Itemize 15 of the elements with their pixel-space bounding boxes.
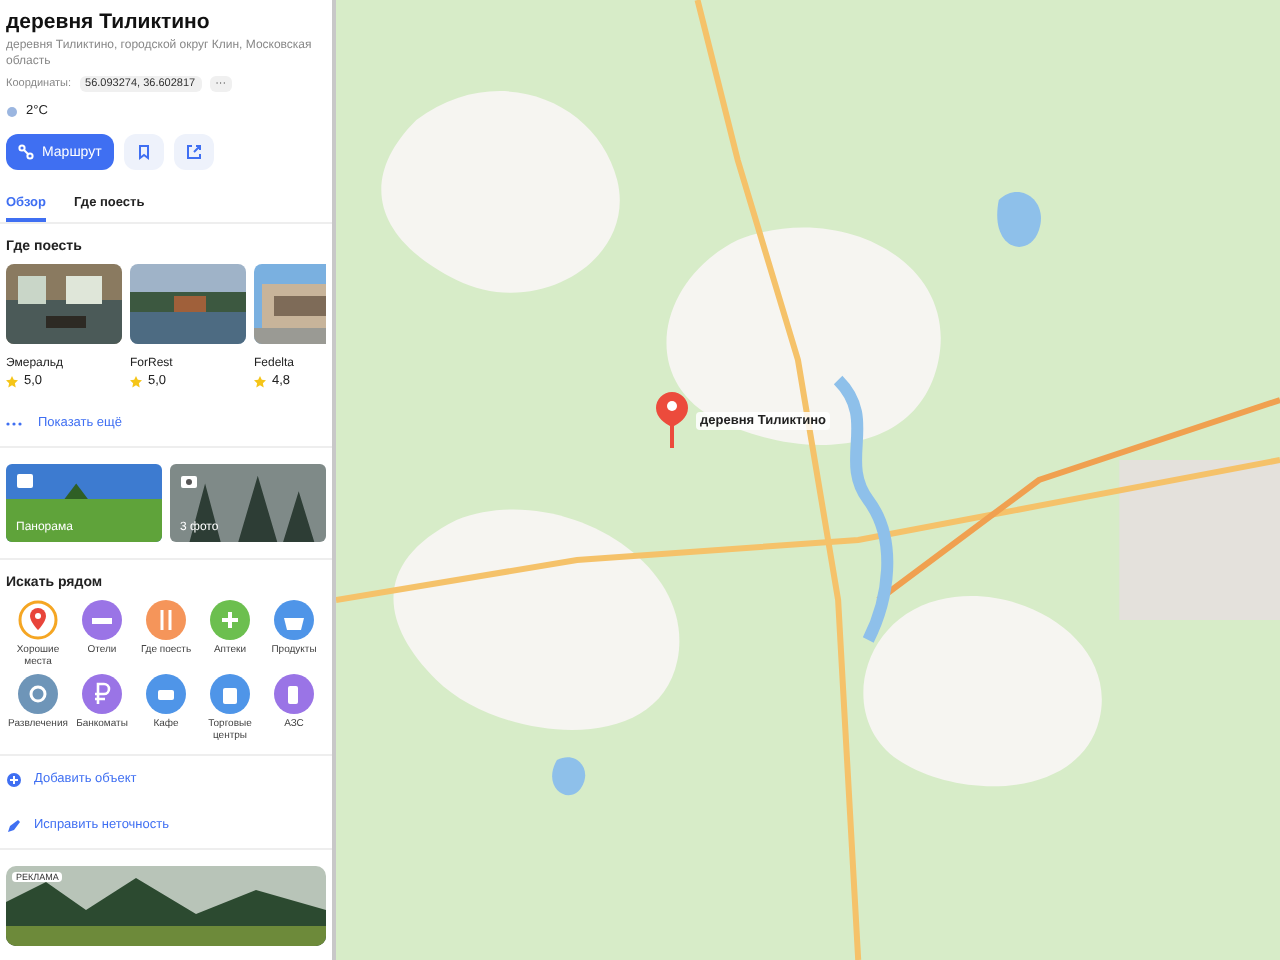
pencil-icon xyxy=(6,817,22,833)
star-icon xyxy=(254,375,266,387)
map-marker-icon[interactable] xyxy=(656,392,688,448)
share-icon xyxy=(185,144,202,160)
bookmark-button[interactable] xyxy=(123,134,164,170)
camera-icon xyxy=(180,472,198,490)
weather-icon xyxy=(6,105,18,117)
place-title: деревня Тиликтино xyxy=(6,10,212,34)
panorama-icon xyxy=(16,472,34,490)
add-place-icon xyxy=(6,771,22,787)
star-icon xyxy=(130,375,142,387)
share-button[interactable] xyxy=(173,134,214,170)
bookmark-icon xyxy=(135,144,152,160)
star-icon xyxy=(6,375,18,387)
route-icon xyxy=(18,144,34,160)
